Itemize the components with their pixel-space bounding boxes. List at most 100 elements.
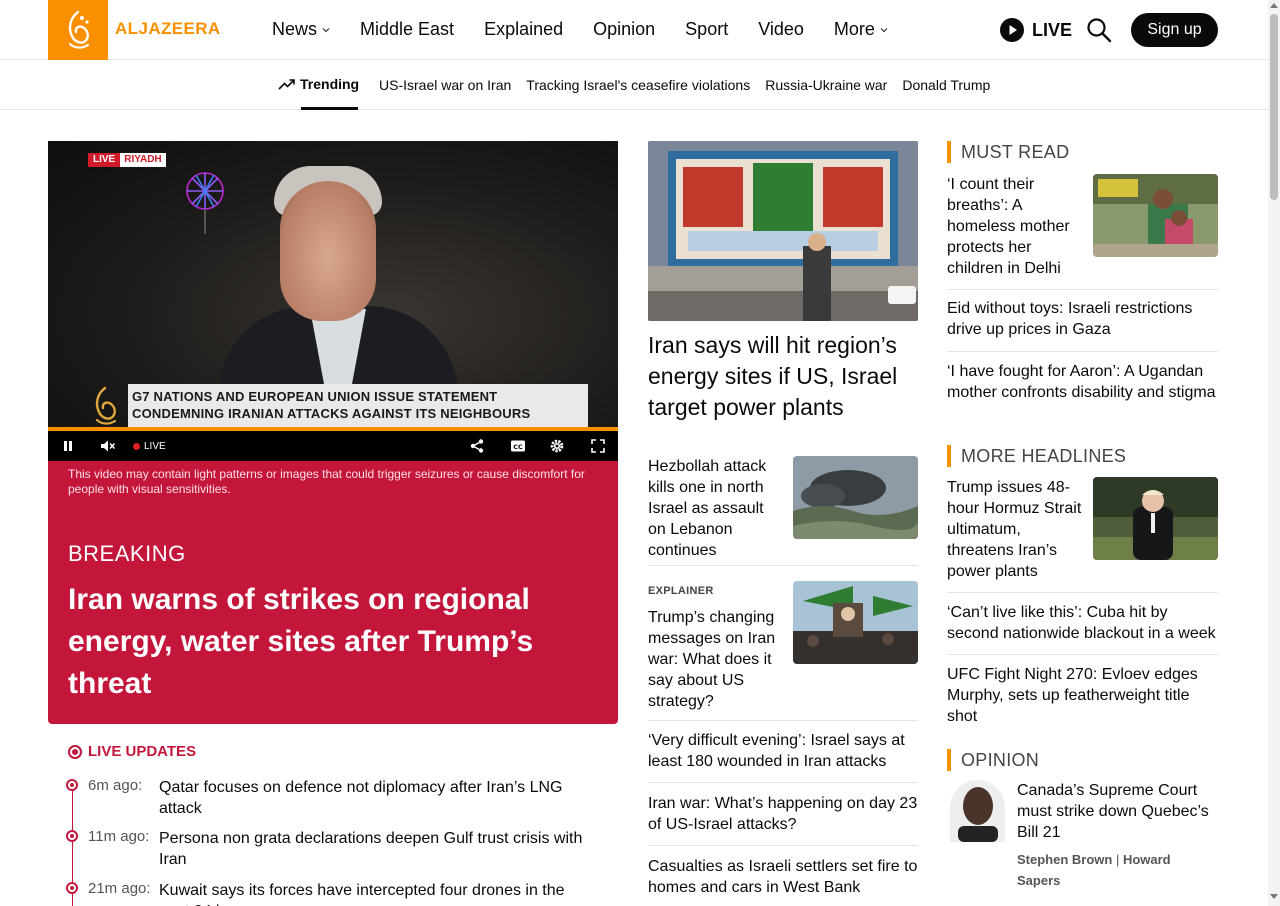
- divider: [648, 565, 918, 566]
- nav-label: Video: [758, 19, 804, 39]
- trending-label: Trending: [300, 76, 360, 92]
- story-headline[interactable]: Trump’s changing messages on Iran war: W…: [648, 607, 778, 712]
- scrollbar-thumb[interactable]: [1270, 14, 1278, 200]
- live-updates-header[interactable]: LIVE UPDATES: [68, 743, 196, 760]
- settings-icon[interactable]: [550, 439, 564, 453]
- nav-label: Sport: [685, 19, 729, 39]
- timeline-bullet-icon: [66, 779, 78, 791]
- tehran-billboard-photo: [648, 141, 918, 321]
- lower-third-line: CONDEMNING IRANIAN ATTACKS AGAINST ITS N…: [132, 406, 531, 421]
- page-scrollbar[interactable]: [1268, 0, 1280, 906]
- more-headlines-header: MORE HEADLINES: [947, 445, 1126, 467]
- trending-underline: [301, 107, 358, 110]
- smoke-over-hills-photo: [793, 456, 918, 539]
- nav-label: News: [272, 19, 318, 39]
- breaking-headline[interactable]: Iran warns of strikes on regional energy…: [68, 579, 598, 705]
- story-link[interactable]: UFC Fight Night 270: Evloev edges Murphy…: [947, 664, 1222, 727]
- breaking-news-card[interactable]: This video may contain light patterns or…: [48, 461, 618, 724]
- story-link[interactable]: ‘Very difficult evening’: Israel says at…: [648, 730, 923, 772]
- lower-third-text: G7 NATIONS AND EUROPEAN UNION ISSUE STAT…: [132, 388, 530, 422]
- svg-text:CC: CC: [513, 443, 523, 451]
- divider: [947, 654, 1218, 655]
- scroll-up-icon[interactable]: [1270, 3, 1278, 8]
- nav-item-middle-east[interactable]: Middle East: [360, 19, 454, 40]
- trending-bar: Trending US-Israel war on Iran Tracking …: [0, 61, 1268, 110]
- timeline-bullet-icon: [66, 882, 78, 894]
- site-header: ALJAZEERA News Middle East Explained Opi…: [0, 0, 1268, 60]
- trending-up-icon: [278, 79, 295, 90]
- story-text: EXPLAINER Trump’s changing messages on I…: [648, 581, 778, 712]
- trending-link[interactable]: US-Israel war on Iran: [379, 77, 511, 93]
- controls-live-label: LIVE: [144, 441, 166, 452]
- must-read-header: MUST READ: [947, 141, 1069, 163]
- author-separator: |: [1112, 852, 1123, 867]
- story-link[interactable]: Iran war: What’s happening on day 23 of …: [648, 793, 923, 835]
- author-avatar[interactable]: [950, 780, 1005, 842]
- trending-tab[interactable]: Trending: [278, 76, 359, 92]
- live-update-headline[interactable]: Persona non grata declarations deepen Gu…: [159, 828, 599, 870]
- chevron-down-icon: [322, 27, 330, 32]
- section-label: MUST READ: [961, 141, 1070, 162]
- search-icon[interactable]: [1086, 17, 1112, 43]
- live-update-time: 11m ago:: [88, 828, 150, 845]
- trump-photo: [1093, 477, 1218, 560]
- nav-label: Middle East: [360, 19, 455, 39]
- live-update-headline[interactable]: Qatar focuses on defence not diplomacy a…: [159, 777, 599, 819]
- opinion-authors: Stephen Brown | Howard Sapers: [1017, 849, 1217, 891]
- sign-up-button[interactable]: Sign up: [1131, 13, 1218, 47]
- opinion-headline[interactable]: Canada’s Supreme Court must strike down …: [1017, 780, 1222, 843]
- story-headline[interactable]: ‘I count their breaths’: A homeless moth…: [947, 174, 1082, 279]
- lead-story-headline[interactable]: Iran says will hit region’s energy sites…: [648, 330, 923, 423]
- play-icon: [1000, 18, 1024, 42]
- story-headline[interactable]: Hezbollah attack kills one in north Isra…: [648, 456, 778, 561]
- trending-link[interactable]: Tracking Israel's ceasefire violations: [526, 77, 750, 93]
- nav-item-opinion[interactable]: Opinion: [593, 19, 655, 40]
- trending-link[interactable]: Russia-Ukraine war: [765, 77, 887, 93]
- nav-label: More: [833, 19, 875, 39]
- video-controls: LIVE CC: [48, 431, 618, 461]
- live-update-headline[interactable]: Kuwait says its forces have intercepted …: [159, 880, 599, 906]
- breaking-label: BREAKING: [68, 541, 186, 566]
- mother-and-child-photo: [1093, 174, 1218, 257]
- live-video-player[interactable]: LIVE RIYADH G7 NATIONS AND EUROPEAN UNIO…: [48, 141, 618, 431]
- lead-story-image[interactable]: [648, 141, 918, 321]
- nav-item-explained[interactable]: Explained: [484, 19, 563, 40]
- mute-icon[interactable]: [100, 439, 116, 453]
- section-accent: [947, 141, 951, 163]
- logo-wordmark[interactable]: ALJAZEERA: [115, 19, 221, 39]
- story-link[interactable]: Casualties as Israeli settlers set fire …: [648, 856, 923, 898]
- fullscreen-icon[interactable]: [591, 439, 605, 453]
- video-location-tag: RIYADH: [120, 153, 166, 167]
- trending-links: US-Israel war on Iran Tracking Israel's …: [379, 77, 1005, 93]
- section-accent: [947, 445, 951, 467]
- scroll-down-icon[interactable]: [1270, 894, 1278, 899]
- story-link[interactable]: ‘I have fought for Aaron’: A Ugandan mot…: [947, 361, 1222, 403]
- live-button[interactable]: LIVE: [1000, 18, 1072, 42]
- story-link[interactable]: ‘Can’t live like this’: Cuba hit by seco…: [947, 602, 1222, 644]
- captions-icon[interactable]: CC: [510, 439, 526, 453]
- story-thumbnail[interactable]: [793, 581, 918, 664]
- nav-item-more[interactable]: More: [834, 19, 888, 40]
- explainer-kicker: EXPLAINER: [648, 585, 714, 597]
- logo-emblem[interactable]: [48, 0, 108, 60]
- trending-link[interactable]: Donald Trump: [902, 77, 990, 93]
- nav-item-news[interactable]: News: [272, 19, 330, 40]
- story-headline[interactable]: Trump issues 48-hour Hormuz Strait ultim…: [947, 477, 1082, 582]
- live-update-time: 21m ago:: [88, 880, 151, 897]
- story-thumbnail[interactable]: [793, 456, 918, 539]
- controls-live-indicator: LIVE: [133, 441, 166, 452]
- author-name[interactable]: Stephen Brown: [1017, 852, 1112, 867]
- story-thumbnail[interactable]: [1093, 477, 1218, 560]
- story-thumbnail[interactable]: [1093, 174, 1218, 257]
- live-label: LIVE: [1032, 19, 1073, 40]
- ferris-wheel-image: [186, 172, 224, 234]
- seizure-warning: This video may contain light patterns or…: [68, 467, 585, 496]
- nav-item-video[interactable]: Video: [758, 19, 804, 40]
- divider: [648, 782, 918, 783]
- lower-third-line: G7 NATIONS AND EUROPEAN UNION ISSUE STAT…: [132, 389, 498, 404]
- story-link[interactable]: Eid without toys: Israeli restrictions d…: [947, 298, 1222, 340]
- share-icon[interactable]: [470, 439, 484, 453]
- pause-icon[interactable]: [62, 439, 74, 453]
- nav-item-sport[interactable]: Sport: [685, 19, 728, 40]
- nav-label: Explained: [484, 19, 564, 39]
